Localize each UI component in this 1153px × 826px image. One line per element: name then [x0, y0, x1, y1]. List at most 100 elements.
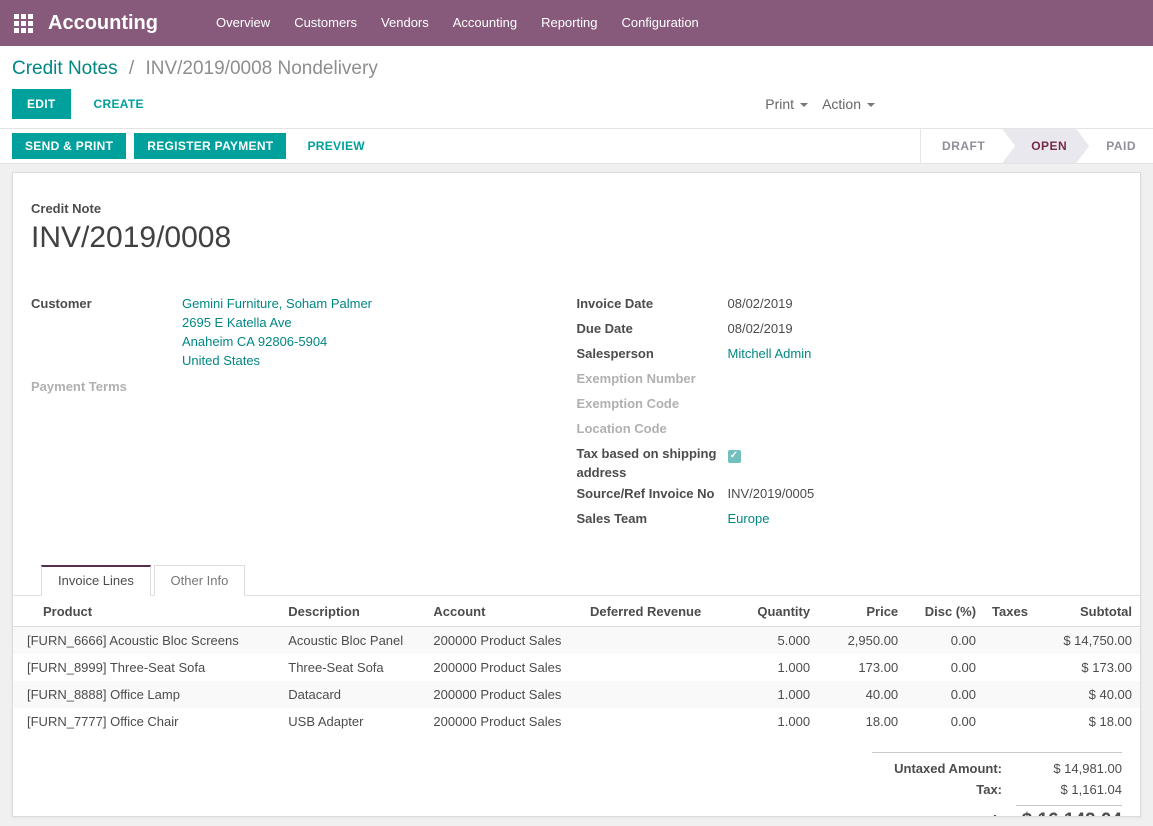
status-step-open[interactable]: OPEN [1002, 129, 1089, 163]
breadcrumb-parent-link[interactable]: Credit Notes [12, 58, 118, 79]
nav-item-overview[interactable]: Overview [204, 0, 282, 46]
customer-label: Customer [31, 293, 182, 370]
cell-description: Datacard [280, 681, 425, 708]
totals-block: Untaxed Amount: $ 14,981.00 Tax: $ 1,161… [872, 752, 1122, 817]
cell-taxes [984, 708, 1040, 735]
cell-price: 2,950.00 [818, 627, 906, 655]
source-ref-value: INV/2019/0005 [728, 483, 815, 507]
statusbar: SEND & PRINT REGISTER PAYMENT PREVIEW DR… [0, 128, 1153, 164]
col-taxes[interactable]: Taxes [984, 596, 1040, 627]
customer-address-line2[interactable]: Anaheim CA 92806-5904 [182, 332, 372, 351]
preview-button[interactable]: PREVIEW [294, 133, 377, 159]
untaxed-amount-row: Untaxed Amount: $ 14,981.00 [872, 758, 1122, 779]
exemption-code-field: Exemption Code [577, 393, 1123, 417]
cell-subtotal: $ 18.00 [1040, 708, 1140, 735]
cell-description: Three-Seat Sofa [280, 654, 425, 681]
col-product[interactable]: Product [13, 596, 280, 627]
nav-item-customers[interactable]: Customers [282, 0, 369, 46]
sales-team-link[interactable]: Europe [728, 509, 770, 528]
nav-item-configuration[interactable]: Configuration [609, 0, 710, 46]
customer-address-country[interactable]: United States [182, 351, 372, 370]
table-row[interactable]: [FURN_8999] Three-Seat Sofa Three-Seat S… [13, 654, 1140, 681]
col-quantity[interactable]: Quantity [709, 596, 818, 627]
customer-field: Customer Gemini Furniture, Soham Palmer … [31, 293, 577, 370]
cell-description: Acoustic Bloc Panel [280, 627, 425, 655]
content-area: Credit Note INV/2019/0008 Customer Gemin… [0, 164, 1153, 826]
payment-terms-field: Payment Terms [31, 376, 577, 400]
customer-address-line1[interactable]: 2695 E Katella Ave [182, 313, 372, 332]
col-account[interactable]: Account [425, 596, 582, 627]
register-payment-button[interactable]: REGISTER PAYMENT [134, 133, 286, 159]
print-dropdown[interactable]: Print [765, 96, 808, 112]
total-label: Total: [872, 813, 1016, 817]
customer-link[interactable]: Gemini Furniture, Soham Palmer [182, 294, 372, 313]
status-step-paid[interactable]: PAID [1089, 129, 1153, 163]
create-button[interactable]: CREATE [81, 89, 157, 119]
tab-invoice-lines[interactable]: Invoice Lines [41, 565, 151, 596]
untaxed-amount-value: $ 14,981.00 [1016, 761, 1122, 776]
app-window: Accounting Overview Customers Vendors Ac… [0, 0, 1153, 826]
invoice-date-label: Invoice Date [577, 293, 728, 317]
cell-quantity: 5.000 [709, 627, 818, 655]
print-dropdown-label: Print [765, 96, 794, 112]
status-step-draft[interactable]: DRAFT [925, 129, 1002, 163]
col-description[interactable]: Description [280, 596, 425, 627]
action-dropdown[interactable]: Action [822, 96, 875, 112]
cell-price: 40.00 [818, 681, 906, 708]
cell-subtotal: $ 40.00 [1040, 681, 1140, 708]
col-price[interactable]: Price [818, 596, 906, 627]
edit-button[interactable]: EDIT [12, 89, 71, 119]
exemption-number-label: Exemption Number [577, 368, 728, 392]
checkmark-icon: ✓ [730, 451, 738, 461]
table-row[interactable]: [FURN_8888] Office Lamp Datacard 200000 … [13, 681, 1140, 708]
credit-note-sheet: Credit Note INV/2019/0008 Customer Gemin… [12, 172, 1141, 817]
cell-deferred-revenue [582, 654, 709, 681]
invoice-date-value: 08/02/2019 [728, 293, 793, 317]
tax-shipping-checkbox[interactable]: ✓ [728, 450, 741, 463]
cell-subtotal: $ 173.00 [1040, 654, 1140, 681]
table-row[interactable]: [FURN_6666] Acoustic Bloc Screens Acoust… [13, 627, 1140, 655]
caret-down-icon [867, 103, 875, 107]
col-disc[interactable]: Disc (%) [906, 596, 984, 627]
cell-description: USB Adapter [280, 708, 425, 735]
caret-down-icon [800, 103, 808, 107]
location-code-label: Location Code [577, 418, 728, 442]
nav-item-accounting[interactable]: Accounting [441, 0, 529, 46]
send-print-button[interactable]: SEND & PRINT [12, 133, 126, 159]
field-groups: Customer Gemini Furniture, Soham Palmer … [31, 293, 1122, 533]
nav-item-reporting[interactable]: Reporting [529, 0, 609, 46]
tax-label: Tax: [872, 782, 1016, 797]
source-ref-field: Source/Ref Invoice No INV/2019/0005 [577, 483, 1123, 507]
action-dropdown-label: Action [822, 96, 861, 112]
cell-deferred-revenue [582, 708, 709, 735]
source-ref-label: Source/Ref Invoice No [577, 483, 728, 507]
control-panel: Credit Notes / INV/2019/0008 Nondelivery… [0, 46, 1153, 128]
salesperson-link[interactable]: Mitchell Admin [728, 344, 812, 363]
table-row[interactable]: [FURN_7777] Office Chair USB Adapter 200… [13, 708, 1140, 735]
cell-deferred-revenue [582, 681, 709, 708]
app-title[interactable]: Accounting [48, 12, 158, 35]
tab-other-info[interactable]: Other Info [154, 565, 246, 596]
exemption-number-field: Exemption Number [577, 368, 1123, 392]
col-deferred-revenue[interactable]: Deferred Revenue [582, 596, 709, 627]
nav-menu: Overview Customers Vendors Accounting Re… [204, 0, 711, 46]
cell-account: 200000 Product Sales [425, 627, 582, 655]
salesperson-label: Salesperson [577, 343, 728, 367]
cell-account: 200000 Product Sales [425, 681, 582, 708]
nav-item-vendors[interactable]: Vendors [369, 0, 441, 46]
col-subtotal[interactable]: Subtotal [1040, 596, 1140, 627]
document-type-label: Credit Note [31, 201, 1122, 216]
untaxed-amount-label: Untaxed Amount: [872, 761, 1016, 776]
invoice-lines-table: Product Description Account Deferred Rev… [13, 596, 1140, 735]
cell-price: 173.00 [818, 654, 906, 681]
cell-disc: 0.00 [906, 681, 984, 708]
cell-account: 200000 Product Sales [425, 708, 582, 735]
sales-team-label: Sales Team [577, 508, 728, 532]
cell-product: [FURN_6666] Acoustic Bloc Screens [13, 627, 280, 655]
due-date-label: Due Date [577, 318, 728, 342]
breadcrumb-separator: / [129, 58, 134, 79]
cell-product: [FURN_8999] Three-Seat Sofa [13, 654, 280, 681]
tax-row: Tax: $ 1,161.04 [872, 779, 1122, 800]
apps-grid-icon[interactable] [14, 14, 33, 33]
cell-disc: 0.00 [906, 654, 984, 681]
